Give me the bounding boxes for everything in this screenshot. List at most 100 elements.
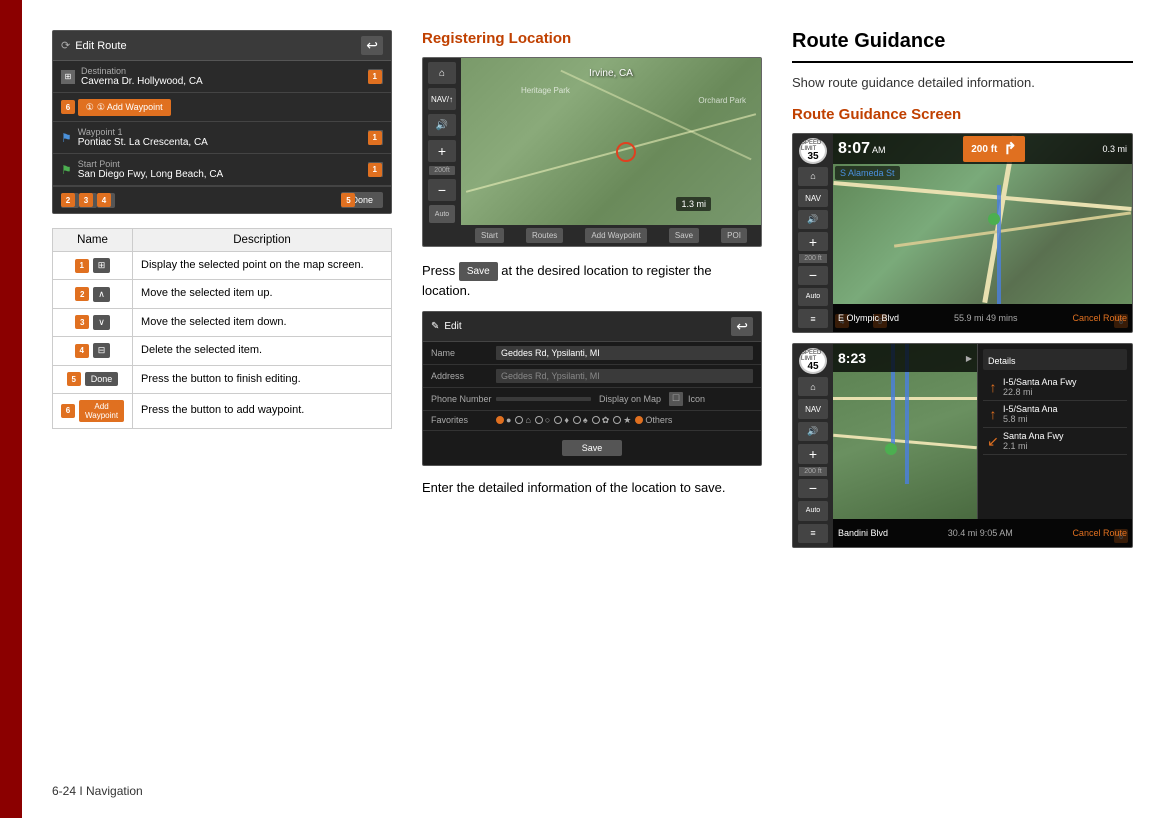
nav-zoom-out-2[interactable]: − (798, 479, 828, 498)
save-map-btn[interactable]: Save (669, 228, 699, 243)
nav-auto-btn-2[interactable]: Auto (798, 501, 828, 520)
name-value[interactable]: Geddes Rd, Ypsilanti, MI (496, 346, 753, 360)
nav-auto-btn-1[interactable]: Auto (798, 288, 828, 307)
nav2-cancel-route[interactable]: Cancel Route (1072, 528, 1127, 538)
dest-info-1: I-5/Santa Ana Fwy 22.8 mi (1003, 377, 1127, 397)
nav-vol-btn-2[interactable]: 🔊 (798, 422, 828, 441)
dest-name-2: I-5/Santa Ana (1003, 404, 1127, 414)
nav-menu-btn-2[interactable]: NAV (798, 399, 828, 418)
route-recalc-icon: ⟳ (61, 39, 70, 52)
badge-1-start: 1 (368, 163, 382, 177)
form-save-btn[interactable]: Save (562, 440, 622, 456)
badge-1-wp: 1 (368, 131, 382, 145)
park-label-2: Orchard Park (698, 96, 746, 105)
table-cell-icon-5: 5 Done (53, 365, 133, 393)
table-cell-icon-1: 1 ⊞ (53, 252, 133, 280)
fav-option-2[interactable]: ⌂ (515, 415, 530, 426)
home-map-btn[interactable]: ⌂ (428, 62, 456, 84)
start-btn[interactable]: Start (475, 228, 504, 243)
nav-menu-icon-2[interactable]: ≡ (798, 524, 828, 543)
waypoint1-left: ⚑ Waypoint 1 Pontiac St. La Crescenta, C… (61, 127, 368, 148)
auto-map-btn[interactable]: Auto (429, 205, 455, 223)
zoom-in-btn[interactable]: + (428, 140, 456, 162)
badge-5: 5 (341, 193, 355, 207)
nav-vol-btn-1[interactable]: 🔊 (798, 210, 828, 229)
press-text-1: Press (422, 263, 455, 278)
edit-route-screenshot: ⟳ Edit Route ↩ ⊞ Destination Caverna Dr.… (52, 30, 392, 214)
speed-num-2: 45 (807, 362, 818, 372)
table-row-2: 2 ∧ Move the selected item up. (53, 280, 392, 308)
car-position-2 (885, 443, 897, 455)
address-row: Address Geddes Rd, Ypsilanti, MI (423, 365, 761, 388)
middle-column: Registering Location ⌂ NAV/↑ 🔊 + 200ft −… (422, 30, 762, 774)
zoom-out-btn[interactable]: − (428, 179, 456, 201)
nav1-turn-dist2: 0.3 mi (1102, 144, 1127, 154)
nav-zoom-in-1[interactable]: + (798, 232, 828, 251)
dest-row-1: ↑ I-5/Santa Ana Fwy 22.8 mi (983, 374, 1127, 401)
icon-cell-2: 2 ∧ (61, 287, 124, 302)
volume-map-btn[interactable]: 🔊 (428, 114, 456, 136)
add-waypoint-map-btn[interactable]: Add Waypoint (585, 228, 647, 243)
form-title-label: Edit (444, 321, 461, 332)
table-cell-desc-1: Display the selected point on the map sc… (133, 252, 392, 280)
map-distance-badge: 1.3 mi (676, 197, 711, 211)
nav-menu-icon-1[interactable]: ≡ (798, 309, 828, 328)
bottom-controls-del: 4 ⊟ (97, 193, 115, 208)
speed-badge-2: SPEED LIMIT 45 (799, 348, 827, 374)
num-5: 5 (67, 372, 81, 386)
display-on-map-toggle[interactable]: ☐ (669, 392, 683, 406)
nav-left-panel-1: SPEED LIMIT 35 ⌂ NAV 🔊 + 200 ft − Auto ≡ (793, 134, 833, 332)
icon-cell-4: 4 ⊟ (61, 343, 124, 358)
dest-arrow-1: ↑ (983, 379, 1003, 395)
nav-zoom-in-2[interactable]: + (798, 444, 828, 463)
dest-name-3: Santa Ana Fwy (1003, 431, 1127, 441)
nav-left-panel-2: SPEED LIMIT 45 ⌂ NAV 🔊 + 200 ft − Auto ≡ (793, 344, 833, 547)
nav1-time-display: 8:07 AM (838, 140, 886, 158)
fav-option-4[interactable]: ♦ (554, 415, 569, 426)
table-cell-desc-3: Move the selected item down. (133, 308, 392, 336)
map-bottom-bar: Start Routes Add Waypoint Save POI (461, 225, 761, 246)
nav-zoom-out-1[interactable]: − (798, 266, 828, 285)
form-header: ✎ Edit ↩ (423, 312, 761, 342)
nav-map-btn[interactable]: NAV/↑ (428, 88, 456, 110)
add-waypoint-left: ⚑ ① ① Add Waypoint (61, 98, 383, 116)
dest-info-3: Santa Ana Fwy 2.1 mi (1003, 431, 1127, 451)
radio-dot-4 (554, 416, 562, 424)
form-back-btn[interactable]: ↩ (731, 317, 753, 336)
routes-btn[interactable]: Routes (526, 228, 563, 243)
nav2-travel-time: 30.4 mi 9:05 AM (948, 528, 1013, 538)
page-content: ⟳ Edit Route ↩ ⊞ Destination Caverna Dr.… (22, 0, 1163, 818)
dest-name-1: I-5/Santa Ana Fwy (1003, 377, 1127, 387)
nav-menu-btn-1[interactable]: NAV (798, 189, 828, 208)
fav-option-6[interactable]: ✿ (592, 415, 610, 426)
save-btn-inline[interactable]: Save (459, 262, 498, 281)
destination-label: Destination (81, 66, 203, 76)
nav1-cancel-route[interactable]: Cancel Route (1072, 313, 1127, 323)
map-content: Irvine, CA 1.3 mi Heritage Park Orchard … (461, 58, 761, 246)
nav-home-btn-1[interactable]: ⌂ (798, 167, 828, 186)
fav-option-7[interactable]: ★ (613, 415, 631, 426)
add-waypoint-btn[interactable]: ① ① Add Waypoint (78, 99, 171, 116)
down-icon-btn: ∨ (93, 315, 110, 330)
route-item-left: ⊞ Destination Caverna Dr. Hollywood, CA (61, 66, 368, 87)
back-button[interactable]: ↩ (361, 36, 383, 55)
form-save-row: Save (423, 431, 761, 465)
edit-form-screenshot: ✎ Edit ↩ Name Geddes Rd, Ypsilanti, MI A… (422, 311, 762, 466)
fav-option-1[interactable]: ● (496, 415, 511, 426)
badge-3: 3 (79, 193, 93, 207)
fav-option-3[interactable]: ○ (535, 415, 550, 426)
start-point-value: San Diego Fwy, Long Beach, CA (78, 169, 223, 180)
speed-badge-1: SPEED LIMIT 35 (799, 138, 827, 164)
edit-route-label: Edit Route (75, 40, 126, 52)
fav-option-5[interactable]: ♠ (573, 415, 588, 426)
nav-screenshot-2: 6 SPEED LIMIT 45 ⌂ NAV 🔊 + 200 ft − Auto… (792, 343, 1133, 548)
badge-4: 4 (97, 193, 111, 207)
address-value[interactable]: Geddes Rd, Ypsilanti, MI (496, 369, 753, 383)
nav-home-btn-2[interactable]: ⌂ (798, 377, 828, 396)
phone-value[interactable] (496, 397, 591, 401)
destination-row: ⊞ Destination Caverna Dr. Hollywood, CA … (53, 61, 391, 93)
dest-dist-1: 22.8 mi (1003, 387, 1127, 397)
poi-btn[interactable]: POI (721, 228, 747, 243)
fav-option-others[interactable]: Others (635, 415, 672, 426)
num-4: 4 (75, 344, 89, 358)
